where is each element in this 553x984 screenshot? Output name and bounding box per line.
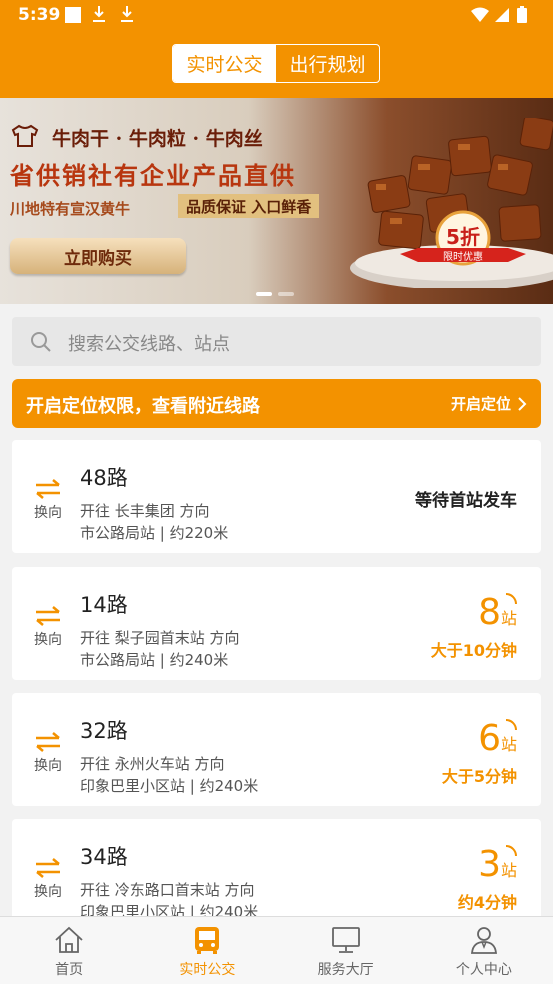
realtime-signal-icon — [505, 719, 517, 731]
arrival-time: 约4分钟 — [457, 893, 517, 912]
route-card[interactable]: 换向 32路 开往 永州火车站 方向 印象巴里小区站 | 约240米 6站 大于… — [12, 693, 541, 806]
signal-icon — [495, 8, 509, 22]
tab-trip-planning[interactable]: 出行规划 — [276, 45, 379, 82]
route-card[interactable]: 换向 14路 开往 梨子园首末站 方向 市公路局站 | 约240米 8站 大于1… — [12, 567, 541, 680]
bus-icon — [195, 927, 220, 954]
swap-direction-icon — [36, 606, 60, 626]
tab-realtime-bus-label: 实时公交 — [179, 962, 236, 978]
status-time: 5:39 — [18, 5, 61, 25]
swap-direction-icon — [36, 732, 60, 752]
svg-text:限时优惠: 限时优惠 — [443, 250, 483, 263]
route-card[interactable]: 换向 48路 开往 长丰集团 方向 市公路局站 | 约220米 等待首站发车 — [12, 440, 541, 553]
monitor-icon — [331, 927, 360, 953]
app-header: 5:39 实时公交 出行规划 — [0, 0, 553, 98]
carousel-dot-active[interactable] — [256, 292, 272, 296]
route-eta: 3站 约4分钟 — [458, 845, 517, 913]
route-eta: 8站 大于10分钟 — [431, 593, 517, 661]
enable-location-label: 开启定位 — [450, 395, 511, 413]
status-icons — [471, 6, 527, 23]
buy-now-button[interactable]: 立即购买 — [10, 238, 186, 274]
route-eta: 6站 大于5分钟 — [442, 719, 517, 787]
realtime-signal-icon — [505, 593, 517, 605]
realtime-signal-icon — [505, 845, 517, 857]
person-icon — [470, 927, 497, 954]
discount-badge: 5折 限时优惠 — [400, 210, 526, 266]
stations-unit: 站 — [500, 609, 517, 628]
swap-direction-icon — [36, 479, 60, 499]
search-bar[interactable]: 搜索公交线路、站点 — [12, 317, 541, 366]
arrival-time: 大于5分钟 — [441, 767, 517, 786]
stations-away: 3 — [478, 844, 501, 885]
route-name: 48路 — [80, 466, 128, 490]
search-placeholder: 搜索公交线路、站点 — [68, 334, 230, 355]
stations-away: 6 — [478, 718, 501, 759]
banner-quality: 品质保证 入口鲜香 — [178, 194, 320, 218]
route-direction: 开往 永州火车站 方向 — [80, 755, 225, 773]
battery-icon — [517, 8, 527, 23]
enable-location-button[interactable]: 开启定位 — [451, 393, 527, 414]
status-bar: 5:39 — [0, 0, 553, 30]
swap-direction-icon — [36, 858, 60, 878]
route-direction: 开往 冷东路口首末站 方向 — [80, 881, 255, 899]
home-icon — [55, 926, 83, 953]
mode-switch: 实时公交 出行规划 — [172, 44, 380, 83]
tab-realtime-bus-nav[interactable]: 实时公交 — [138, 917, 276, 984]
search-icon — [31, 332, 51, 352]
swap-direction-label: 换向 — [34, 884, 62, 900]
chevron-right-icon — [518, 396, 527, 411]
swap-direction-button[interactable]: 换向 — [28, 478, 68, 522]
location-prompt: 开启定位权限，查看附近线路 — [26, 396, 260, 417]
tab-home-label: 首页 — [55, 962, 84, 978]
carousel-indicator — [256, 292, 294, 296]
route-name: 32路 — [80, 719, 128, 743]
tab-service-hall-label: 服务大厅 — [317, 962, 374, 978]
svg-text:5折: 5折 — [446, 225, 480, 249]
tab-home[interactable]: 首页 — [0, 917, 138, 984]
tab-service-hall[interactable]: 服务大厅 — [277, 917, 415, 984]
notification-icon — [65, 7, 81, 23]
bottom-tab-bar: 首页 实时公交 服务大厅 个人中心 — [0, 916, 553, 984]
route-name: 14路 — [80, 593, 128, 617]
nearby-stop: 市公路局站 | 约220米 — [80, 524, 229, 542]
tab-profile[interactable]: 个人中心 — [415, 917, 553, 984]
tab-realtime-bus[interactable]: 实时公交 — [173, 45, 276, 82]
route-direction: 开往 梨子园首末站 方向 — [80, 629, 240, 647]
route-status: 等待首站发车 — [415, 491, 517, 511]
swap-direction-label: 换向 — [34, 758, 62, 774]
download-icon — [120, 4, 134, 24]
nearby-stop: 市公路局站 | 约240米 — [80, 651, 229, 669]
wifi-icon — [471, 7, 489, 22]
swap-direction-label: 换向 — [34, 505, 62, 521]
swap-direction-label: 换向 — [34, 632, 62, 648]
banner-title: 省供销社有企业产品直供 — [10, 161, 296, 190]
route-name: 34路 — [80, 845, 128, 869]
stations-unit: 站 — [500, 735, 517, 754]
carousel-dot[interactable] — [278, 292, 294, 296]
download-icon — [92, 4, 106, 24]
tab-profile-label: 个人中心 — [455, 962, 512, 978]
banner-headline: 牛肉干 · 牛肉粒 · 牛肉丝 — [52, 128, 263, 150]
swap-direction-button[interactable]: 换向 — [28, 857, 68, 901]
banner-origin: 川地特有宣汉黄牛 — [10, 200, 131, 218]
promo-banner[interactable]: 牛肉干 · 牛肉粒 · 牛肉丝 省供销社有企业产品直供 川地特有宣汉黄牛 品质保… — [0, 98, 553, 304]
nearby-stop: 印象巴里小区站 | 约240米 — [80, 777, 259, 795]
arrival-time: 大于10分钟 — [430, 641, 517, 660]
swap-direction-button[interactable]: 换向 — [28, 605, 68, 649]
shirt-icon — [11, 124, 39, 147]
stations-away: 8 — [478, 592, 501, 633]
route-direction: 开往 长丰集团 方向 — [80, 502, 210, 520]
location-permission-bar[interactable]: 开启定位权限，查看附近线路 开启定位 — [12, 379, 541, 428]
swap-direction-button[interactable]: 换向 — [28, 731, 68, 775]
stations-unit: 站 — [500, 861, 517, 880]
